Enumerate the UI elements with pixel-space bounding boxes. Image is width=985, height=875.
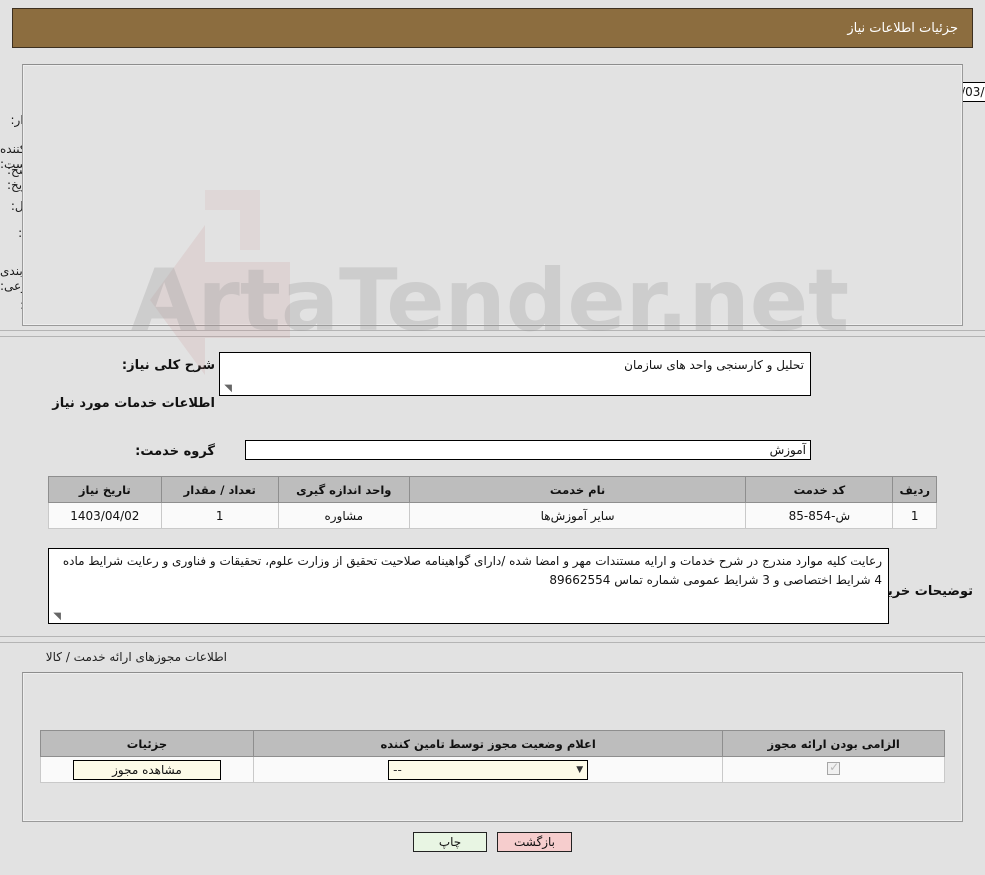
cell-permit-details: مشاهده مجوز — [40, 756, 254, 783]
need-summary-label: شرح کلی نیاز: — [121, 358, 215, 373]
need-summary-value: تحلیل و کارسنجی واحد های سازمان — [624, 358, 804, 372]
th-permit-details: جزئیات — [40, 730, 254, 757]
cell-service-code: ش-854-85 — [745, 502, 894, 529]
permits-table: الزامی بودن ارائه مجوز اعلام وضعیت مجوز … — [40, 730, 945, 783]
cell-need-date: 1403/04/02 — [48, 502, 162, 529]
th-need-date: تاریخ نیاز — [48, 476, 162, 503]
permits-section-heading: اطلاعات مجوزهای ارائه خدمت / کالا — [45, 650, 227, 664]
need-summary-textarea[interactable]: تحلیل و کارسنجی واحد های سازمان ◥ — [219, 352, 811, 396]
chevron-down-icon: ▼ — [576, 764, 584, 775]
th-quantity: تعداد / مقدار — [160, 476, 279, 503]
cell-service-name: سایر آموزش‌ها — [408, 502, 747, 529]
services-table: ردیف کد خدمت نام خدمت واحد اندازه گیری ت… — [48, 476, 937, 529]
cell-permit-required — [722, 756, 945, 783]
window-title-bar: جزئیات اطلاعات نیاز — [12, 8, 973, 48]
need-info-panel — [22, 64, 963, 326]
buyer-notes-value: رعایت کلیه موارد مندرج در شرح خدمات و ار… — [62, 554, 882, 587]
cell-row-no: 1 — [892, 502, 937, 529]
table-row: 1 ش-854-85 سایر آموزش‌ها مشاوره 1 1403/0… — [48, 502, 937, 529]
checkbox-icon-checked — [827, 760, 841, 775]
resize-grip-icon[interactable]: ◥ — [222, 384, 232, 394]
cell-quantity: 1 — [160, 502, 279, 529]
back-button[interactable]: بازگشت — [497, 832, 572, 852]
permit-status-dropdown[interactable]: ▼ -- — [388, 759, 589, 780]
th-service-code: کد خدمت — [745, 476, 894, 503]
divider-mid2 — [0, 642, 985, 643]
service-group-value[interactable]: آموزش — [245, 440, 811, 460]
service-group-label: گروه خدمت: — [135, 444, 215, 459]
services-table-header-row: ردیف کد خدمت نام خدمت واحد اندازه گیری ت… — [48, 476, 937, 503]
buyer-notes-textarea[interactable]: رعایت کلیه موارد مندرج در شرح خدمات و ار… — [48, 548, 889, 624]
view-permit-button[interactable]: مشاهده مجوز — [72, 759, 221, 780]
services-section-heading: اطلاعات خدمات مورد نیاز — [52, 396, 215, 411]
divider-top — [0, 330, 985, 331]
footer-button-bar: بازگشت چاپ — [0, 832, 985, 852]
page-root: ArtaTender.net جزئیات اطلاعات نیاز شماره… — [0, 0, 985, 875]
th-service-name: نام خدمت — [408, 476, 747, 503]
print-button[interactable]: چاپ — [413, 832, 487, 852]
th-row-no: ردیف — [892, 476, 937, 503]
th-unit: واحد اندازه گیری — [277, 476, 410, 503]
divider-mid — [0, 636, 985, 637]
th-permit-required: الزامی بودن ارائه مجوز — [722, 730, 945, 757]
cell-permit-status: ▼ -- — [252, 756, 724, 783]
page-title: جزئیات اطلاعات نیاز — [847, 20, 958, 36]
resize-grip-icon[interactable]: ◥ — [51, 612, 61, 622]
table-row: ▼ -- مشاهده مجوز — [40, 756, 945, 783]
permit-status-value: -- — [393, 762, 402, 777]
cell-unit: مشاوره — [277, 502, 410, 529]
th-permit-status: اعلام وضعیت مجوز توسط تامین کننده — [252, 730, 724, 757]
divider-top2 — [0, 336, 985, 337]
permits-table-header-row: الزامی بودن ارائه مجوز اعلام وضعیت مجوز … — [40, 730, 945, 757]
